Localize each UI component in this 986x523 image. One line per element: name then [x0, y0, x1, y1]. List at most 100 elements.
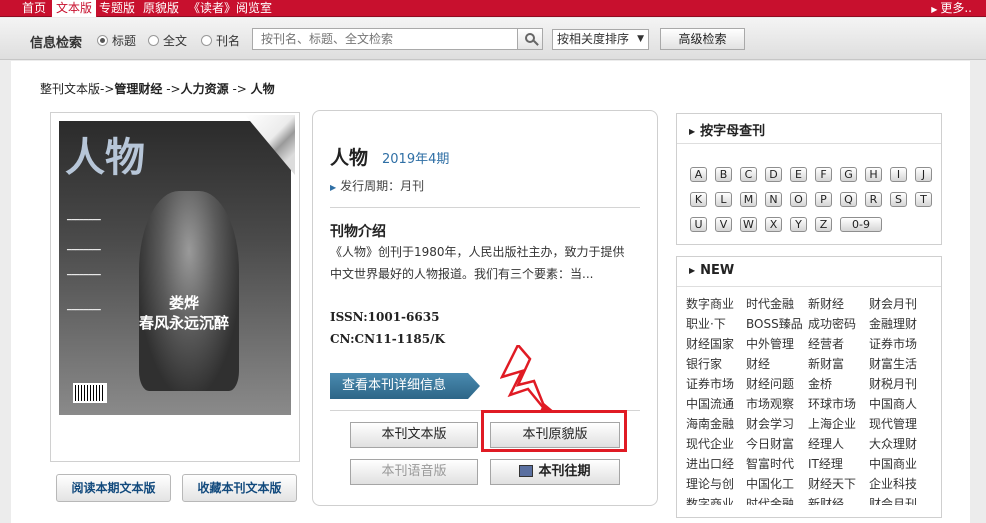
journal-link[interactable]: 财会月刊 [869, 295, 917, 312]
journal-link[interactable]: 证券市场 [869, 335, 917, 352]
letter-button[interactable]: P [815, 192, 832, 207]
publication-cycle: ▶ 发行周期：月刊 [330, 177, 424, 194]
letter-button[interactable]: L [715, 192, 732, 207]
journal-link[interactable]: 大众理财 [869, 435, 917, 452]
letter-button[interactable]: G [840, 167, 857, 182]
journal-link[interactable]: 财税月刊 [869, 375, 917, 392]
nav-home[interactable]: 首页 [18, 0, 50, 17]
letter-button[interactable]: E [790, 167, 807, 182]
letter-button[interactable]: K [690, 192, 707, 207]
letter-button[interactable]: J [915, 167, 932, 182]
letter-button[interactable]: T [915, 192, 932, 207]
letter-button[interactable]: C [740, 167, 757, 182]
past-issues-button[interactable]: 本刊往期 [490, 459, 620, 485]
radio-fulltext[interactable]: 全文 [148, 32, 187, 49]
journal-link[interactable]: 时代金融 [746, 495, 794, 505]
journal-link[interactable]: 金融理财 [869, 315, 917, 332]
journal-link[interactable]: 上海企业 [808, 415, 856, 432]
journal-link[interactable]: 中外管理 [746, 335, 794, 352]
cover-headline-line1: 娄烨 [168, 294, 199, 312]
journal-link[interactable]: 财经问题 [746, 375, 794, 392]
issn: ISSN:1001-6635 [330, 310, 440, 324]
journal-link[interactable]: 银行家 [686, 355, 722, 372]
text-version-button[interactable]: 本刊文本版 [350, 422, 478, 448]
letter-button[interactable]: B [715, 167, 732, 182]
journal-link[interactable]: 经理人 [808, 435, 844, 452]
sort-select[interactable]: 按相关度排序 ▼ [552, 29, 649, 50]
search-button[interactable] [517, 28, 543, 50]
nav-topic-version[interactable]: 专题版 [95, 0, 139, 17]
journal-link[interactable]: 数字商业 [686, 295, 734, 312]
publication-cycle-label: 发行周期：月刊 [340, 179, 425, 193]
journal-link[interactable]: 财富生活 [869, 355, 917, 372]
journal-link[interactable]: 财会月刊 [869, 495, 917, 505]
journal-link[interactable]: 财经 [746, 355, 770, 372]
letter-button[interactable]: X [765, 217, 782, 232]
letter-button[interactable]: V [715, 217, 732, 232]
letter-button[interactable]: N [765, 192, 782, 207]
search-input[interactable] [252, 28, 518, 50]
journal-link[interactable]: 成功密码 [808, 315, 856, 332]
journal-link[interactable]: 经营者 [808, 335, 844, 352]
journal-link[interactable]: 新财经 [808, 295, 844, 312]
breadcrumb-category[interactable]: 管理财经 [114, 82, 162, 96]
journal-link[interactable]: 数字商业 [686, 495, 734, 505]
journal-link[interactable]: 新财富 [808, 355, 844, 372]
letter-button[interactable]: Y [790, 217, 807, 232]
journal-link[interactable]: 时代金融 [746, 295, 794, 312]
letter-button[interactable]: Q [840, 192, 857, 207]
journal-link[interactable]: 职业·下 [686, 315, 726, 332]
radio-title[interactable]: 标题 [97, 32, 136, 49]
letter-button[interactable]: O [790, 192, 807, 207]
letter-button[interactable]: S [890, 192, 907, 207]
journal-link[interactable]: 财会学习 [746, 415, 794, 432]
radio-journal-name[interactable]: 刊名 [201, 32, 240, 49]
journal-link[interactable]: 市场观察 [746, 395, 794, 412]
radio-empty-icon [148, 35, 159, 46]
journal-link[interactable]: 中国商业 [869, 455, 917, 472]
nav-text-version[interactable]: 文本版 [51, 0, 98, 17]
letter-button[interactable]: M [740, 192, 757, 207]
view-details-button[interactable]: 查看本刊详细信息 [330, 373, 480, 399]
letter-button[interactable]: H [865, 167, 882, 182]
advanced-search-button[interactable]: 高级检索 [660, 28, 745, 50]
nav-duzhe-reading-room[interactable]: 《读者》阅览室 [184, 0, 276, 17]
journal-link[interactable]: 中国流通 [686, 395, 734, 412]
magazine-cover-image[interactable]: 人物 ━━━━━━━━ ━━━━━━━━ ━━━━━━━━ ━━━━━━━━ 娄… [59, 121, 291, 415]
letter-button[interactable]: D [765, 167, 782, 182]
letter-button[interactable]: R [865, 192, 882, 207]
journal-link[interactable]: 理论与创 [686, 475, 734, 492]
journal-link[interactable]: 现代管理 [869, 415, 917, 432]
letter-button[interactable]: Z [815, 217, 832, 232]
read-issue-text-button[interactable]: 阅读本期文本版 [56, 474, 171, 502]
nav-more[interactable]: ▶ 更多.. [931, 0, 972, 18]
letter-button[interactable]: F [815, 167, 832, 182]
breadcrumb-subcategory[interactable]: 人力资源 [181, 82, 229, 96]
letter-button[interactable]: A [690, 167, 707, 182]
journal-link[interactable]: 新财经 [808, 495, 844, 505]
journal-link[interactable]: 智富时代 [746, 455, 794, 472]
top-nav: 首页 文本版 专题版 原貌版 《读者》阅览室 ▶ 更多.. [0, 0, 986, 17]
journal-link[interactable]: 中国商人 [869, 395, 917, 412]
letter-button[interactable]: I [890, 167, 907, 182]
letter-button[interactable]: U [690, 217, 707, 232]
journal-link[interactable]: 环球市场 [808, 395, 856, 412]
journal-link[interactable]: IT经理 [808, 455, 843, 472]
letter-button[interactable]: 0-9 [840, 217, 882, 232]
journal-link[interactable]: 金桥 [808, 375, 832, 392]
journal-link[interactable]: 企业科技 [869, 475, 917, 492]
journal-link[interactable]: 海南金融 [686, 415, 734, 432]
letter-button[interactable]: W [740, 217, 757, 232]
journal-link[interactable]: 进出口经 [686, 455, 734, 472]
journal-link[interactable]: 财经国家 [686, 335, 734, 352]
journal-link[interactable]: 现代企业 [686, 435, 734, 452]
journal-link[interactable]: 证券市场 [686, 375, 734, 392]
nav-original-version[interactable]: 原貌版 [139, 0, 183, 17]
journal-link[interactable]: 财经天下 [808, 475, 856, 492]
journal-link[interactable]: BOSS臻品 [746, 315, 803, 332]
journal-link[interactable]: 今日财富 [746, 435, 794, 452]
journal-link[interactable]: 中国化工 [746, 475, 794, 492]
breadcrumb-root[interactable]: 整刊文本版-> [40, 82, 114, 96]
collect-text-version-button[interactable]: 收藏本刊文本版 [182, 474, 297, 502]
audio-version-button: 本刊语音版 [350, 459, 478, 485]
